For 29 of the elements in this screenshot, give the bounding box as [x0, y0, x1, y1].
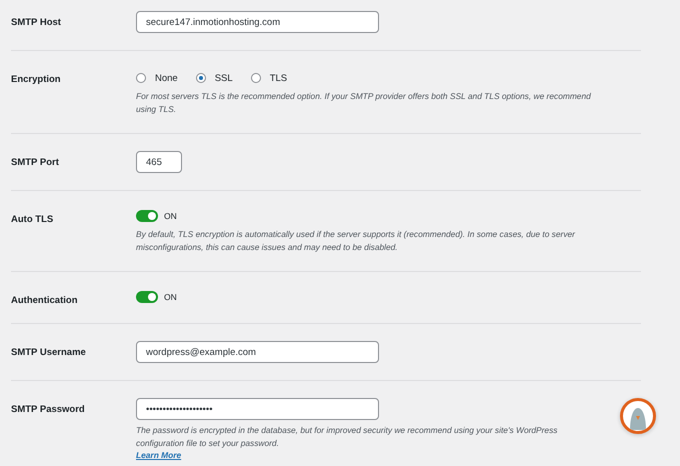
help-text: The password is encrypted in the database, but for improved security we recommend using your site's WordPress configuration file to set your password.	[136, 424, 558, 450]
radio-option[interactable]: TLS	[250, 72, 288, 84]
help-text: By default, TLS encryption is automatically used if the server supports it (recommended). In some cases, due to server misconfigurations, this can cause issues and may need to be disabled.	[136, 228, 576, 254]
field-label: SMTP Password	[11, 403, 86, 417]
toggle-state: ON	[164, 211, 177, 221]
toggle-state: ON	[164, 292, 177, 302]
field-label: SMTP Host	[11, 16, 62, 30]
learn-more-link[interactable]: Learn More	[136, 450, 182, 460]
field-label: Encryption	[11, 73, 62, 87]
field-label: Auto TLS	[11, 213, 54, 227]
radio-button[interactable]	[196, 73, 206, 83]
radio-label: None	[155, 72, 178, 84]
toggle-switch[interactable]	[136, 210, 158, 222]
radio-button[interactable]	[136, 73, 146, 83]
text-field[interactable]: 465	[136, 151, 182, 173]
radio-option[interactable]: SSL	[196, 72, 233, 84]
field-label: SMTP Username	[11, 346, 87, 360]
radio-label: SSL	[214, 72, 233, 84]
text-field[interactable]: ••••••••••••••••••••	[136, 398, 379, 420]
toggle-switch[interactable]	[136, 291, 158, 303]
text-field[interactable]: secure147.inmotionhosting.com	[136, 11, 379, 33]
radio-option[interactable]: None	[136, 72, 178, 84]
help-text: For most servers TLS is the recommended option. If your SMTP provider offers both SSL and TLS options, we recommend using TLS.	[136, 90, 592, 116]
radio-button[interactable]	[250, 73, 261, 83]
field-label: Authentication	[11, 294, 78, 306]
text-field[interactable]: wordpress@example.com	[136, 341, 379, 363]
field-label: SMTP Port	[11, 156, 60, 170]
bird-icon[interactable]	[620, 398, 656, 434]
radio-label: TLS	[270, 72, 288, 84]
